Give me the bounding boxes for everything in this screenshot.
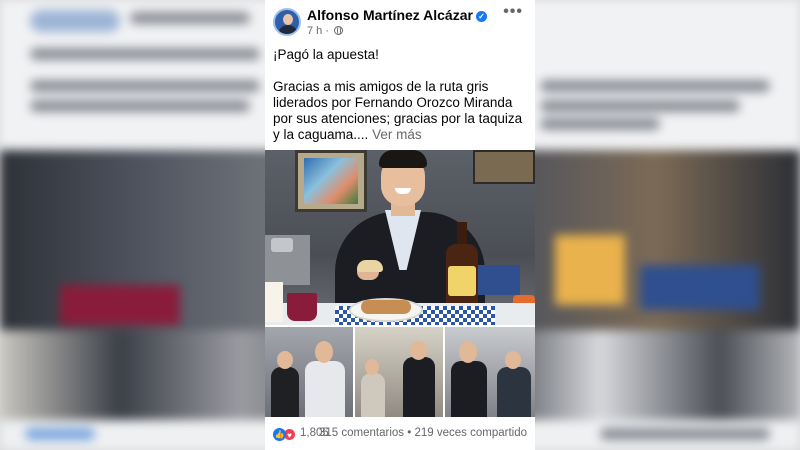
blurred-stats: [600, 428, 770, 440]
person-head: [277, 351, 293, 369]
globe-icon: [334, 26, 344, 35]
person-figure: [403, 357, 435, 417]
thumbnail-photo[interactable]: [445, 327, 535, 417]
more-options-icon[interactable]: •••: [503, 3, 523, 21]
blurred-text-line: [540, 80, 770, 92]
blurred-text-line: [30, 48, 260, 60]
person-figure: [497, 367, 531, 417]
thumbnail-photo[interactable]: [355, 327, 443, 417]
reactions-bar: 👍 ♥ 1,805 315 comentarios • 219 veces co…: [265, 420, 535, 450]
thumbnail-photo[interactable]: [265, 327, 353, 417]
person-head: [410, 341, 427, 360]
blurred-text-line: [30, 100, 250, 112]
blurred-text-line: [540, 118, 660, 130]
see-more-link[interactable]: Ver más: [372, 127, 422, 142]
post-time[interactable]: 7 h: [307, 25, 322, 37]
bottle-label: [448, 266, 476, 296]
tacos: [361, 300, 411, 314]
post-card: Alfonso Martínez Alcázar ✓ 7 h · ••• ¡Pag…: [265, 0, 535, 450]
post-text-headline: ¡Pagó la apuesta!: [273, 47, 379, 62]
blurred-avatar: [30, 10, 120, 32]
taco-in-hand: [357, 260, 383, 272]
person-figure: [451, 361, 487, 417]
post-stats: 315 comentarios • 219 veces compartido: [319, 427, 527, 439]
wall-frame: [473, 150, 535, 184]
blurred-text-line: [540, 100, 740, 112]
avatar-body: [278, 25, 298, 34]
blurred-box: [640, 265, 760, 310]
person-figure: [361, 373, 385, 417]
blurred-reactions: [25, 428, 95, 440]
painting-canvas: [304, 158, 358, 204]
post-text: ¡Pagó la apuesta! Gracias a mis amigos d…: [273, 47, 531, 143]
post-text-body-row: Gracias a mis amigos de la ruta gris lid…: [273, 79, 531, 143]
avatar-face: [283, 14, 293, 25]
author-name-row: Alfonso Martínez Alcázar ✓: [307, 7, 487, 23]
blurred-cup: [60, 285, 180, 325]
person-head: [459, 341, 477, 363]
drink-cup: [287, 293, 317, 321]
like-icon[interactable]: 👍: [273, 428, 286, 441]
person-figure: [271, 367, 299, 417]
post-meta: 7 h ·: [307, 25, 344, 37]
person-head: [315, 341, 333, 363]
blurred-bottle: [555, 235, 625, 305]
blue-cooler: [478, 265, 520, 295]
person-head: [365, 359, 379, 375]
blurred-text-line: [30, 80, 260, 92]
verified-badge-icon: ✓: [475, 11, 487, 22]
author-name[interactable]: Alfonso Martínez Alcázar: [307, 7, 473, 23]
blurred-text-line: [130, 12, 250, 24]
post-header: Alfonso Martínez Alcázar ✓ 7 h · •••: [265, 0, 535, 44]
wall-painting: [295, 150, 367, 212]
person-head: [505, 351, 521, 369]
shares-count[interactable]: 219 veces compartido: [414, 427, 527, 439]
cooking-pot: [271, 238, 293, 252]
avatar[interactable]: [273, 8, 301, 36]
comments-count[interactable]: 315 comentarios: [319, 427, 404, 439]
photo-thumbnails: [265, 327, 535, 417]
person-figure: [305, 361, 345, 417]
man-hair: [379, 150, 427, 168]
napkin: [265, 282, 283, 322]
main-photo[interactable]: [265, 150, 535, 325]
stats-separator: •: [407, 427, 412, 439]
